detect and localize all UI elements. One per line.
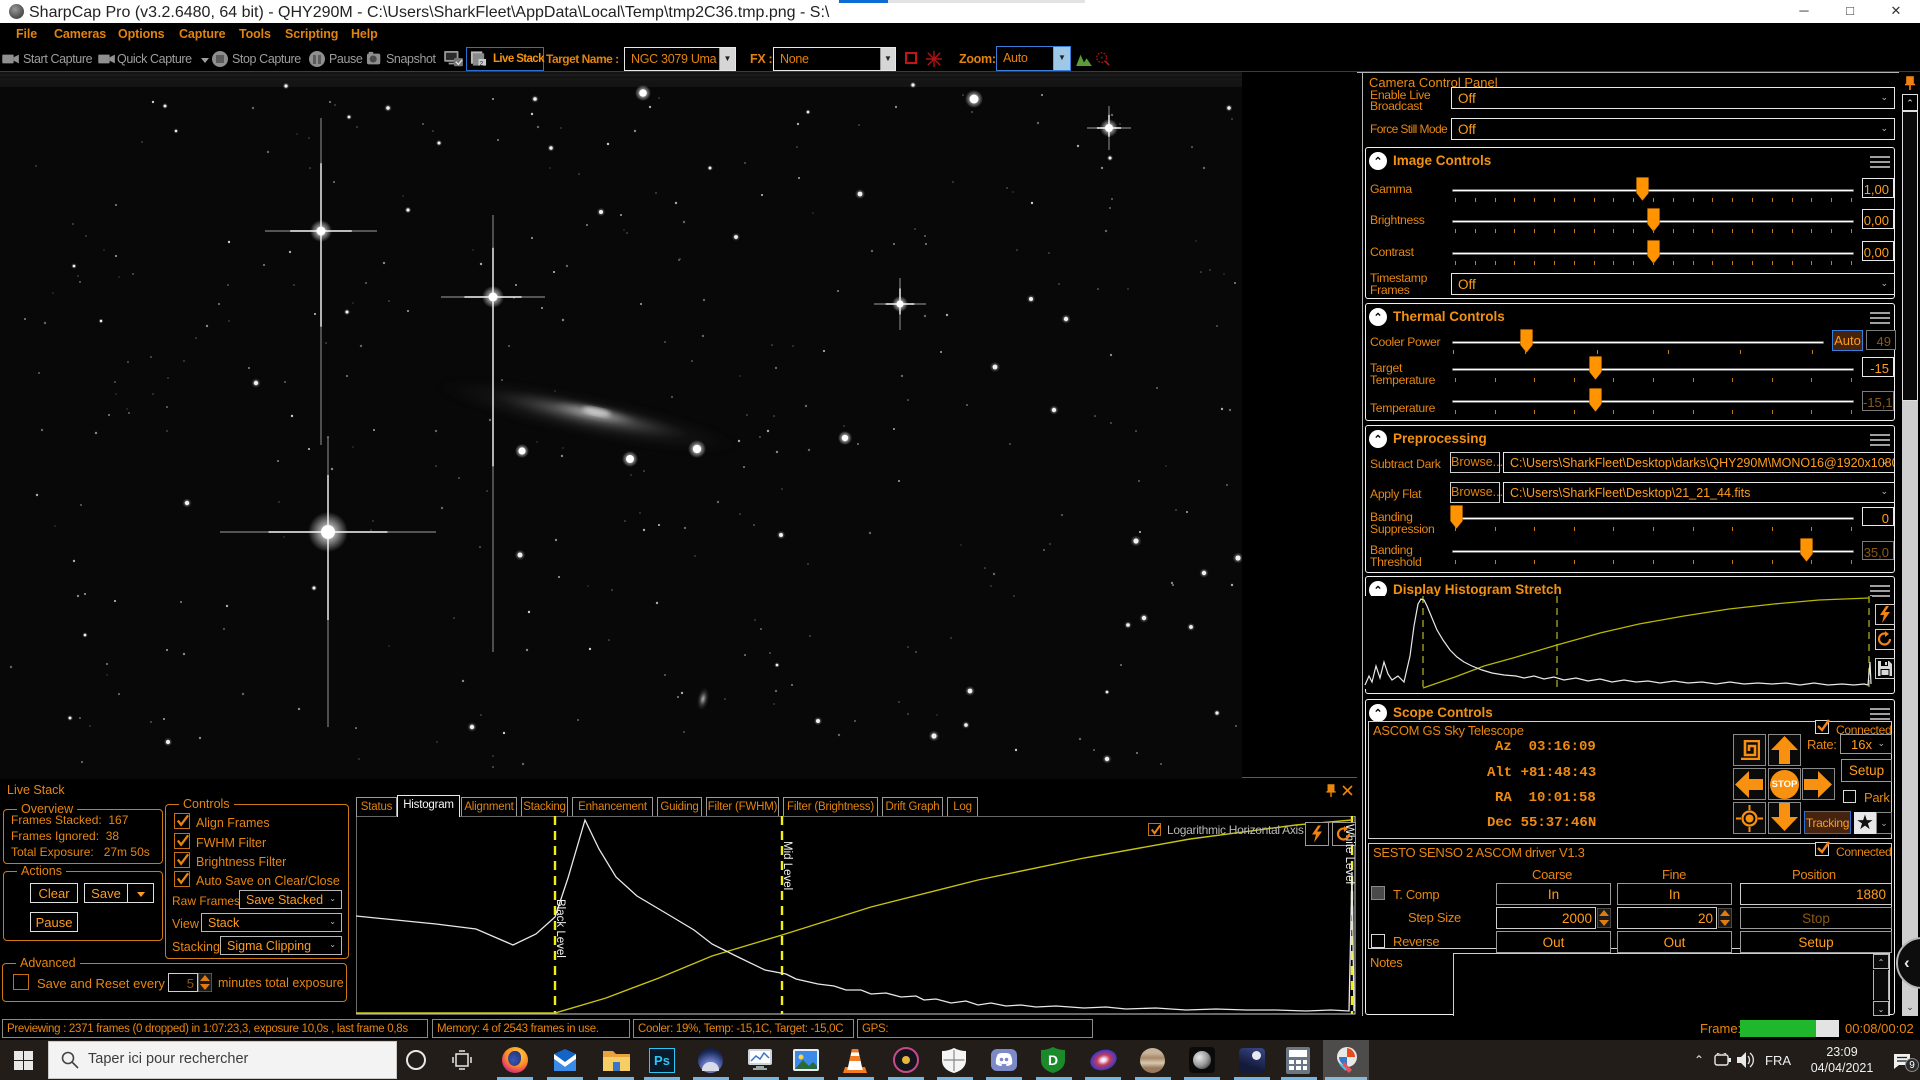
svg-text:D: D — [1048, 1052, 1058, 1068]
svg-text:2: 2 — [479, 61, 483, 67]
